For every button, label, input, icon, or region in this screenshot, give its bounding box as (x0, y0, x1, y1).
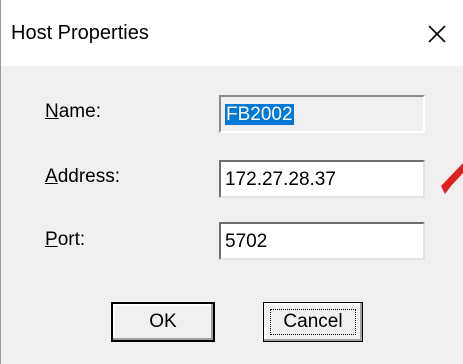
name-label-mnemonic: N (45, 101, 59, 122)
ok-button[interactable]: OK (111, 302, 215, 342)
address-field-value: 172.27.28.37 (225, 169, 336, 190)
close-button[interactable] (419, 16, 455, 52)
title-bar[interactable]: Host Properties (1, 0, 463, 66)
port-field[interactable]: 5702 (219, 222, 425, 260)
port-label-mnemonic: P (45, 229, 58, 250)
cancel-button-label: Cancel (283, 311, 343, 332)
dialog-title: Host Properties (11, 22, 149, 44)
port-label: Port: (45, 229, 85, 251)
name-label: Name: (45, 101, 101, 123)
red-arrow-icon (441, 163, 463, 194)
address-label-rest: ddress: (57, 166, 120, 187)
address-label: Address: (45, 166, 120, 188)
port-label-rest: ort: (57, 229, 86, 250)
name-field-value: FB2002 (225, 104, 294, 125)
cancel-button[interactable]: Cancel (263, 302, 363, 342)
name-label-rest: ame: (58, 101, 101, 122)
address-label-mnemonic: A (45, 166, 58, 187)
ok-button-label: OK (149, 311, 177, 332)
name-field[interactable]: FB2002 (219, 95, 425, 133)
host-properties-dialog: Host Properties Name: FB2002 Address: 17… (0, 0, 463, 364)
port-field-value: 5702 (225, 231, 268, 252)
close-icon (428, 25, 446, 43)
address-field[interactable]: 172.27.28.37 (219, 160, 425, 198)
